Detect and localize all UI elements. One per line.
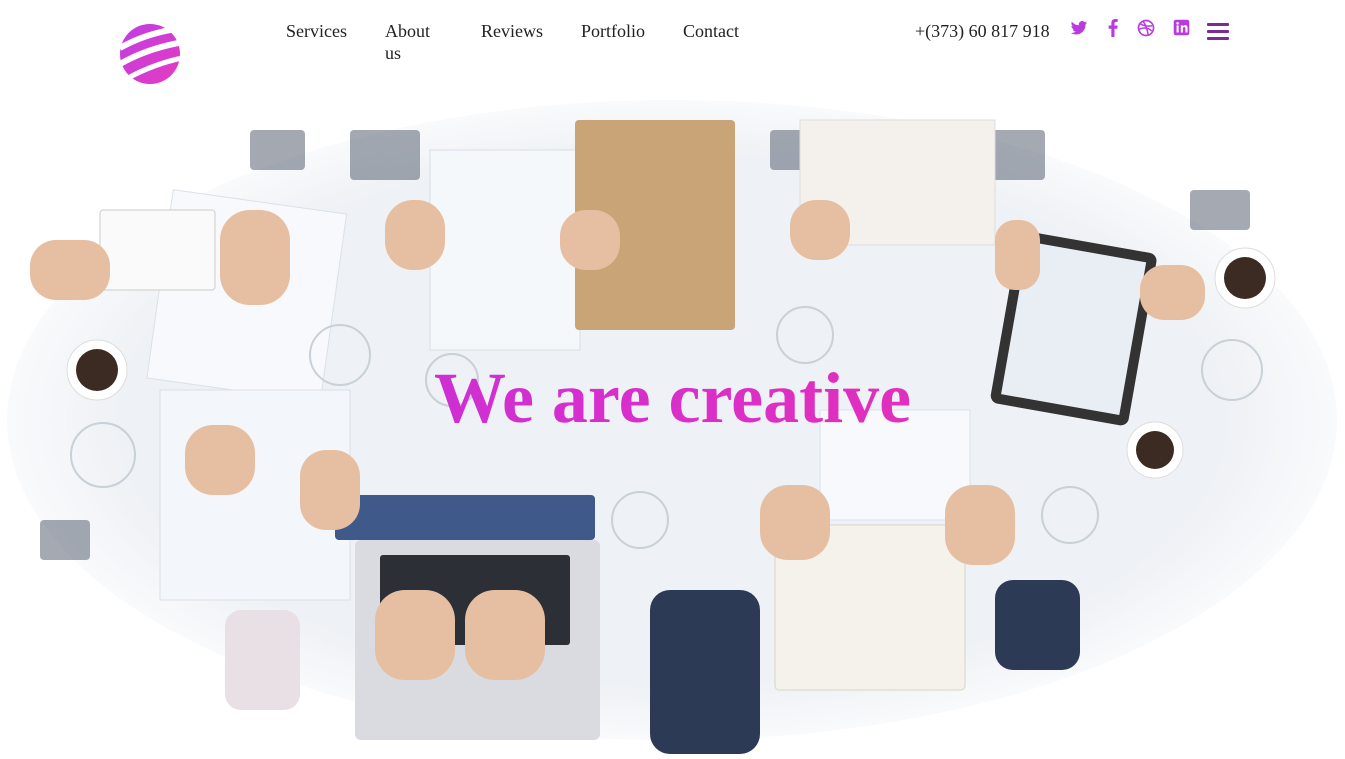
logo-globe-icon <box>118 24 185 84</box>
nav-item-contact[interactable]: Contact <box>683 20 748 42</box>
nav-item-about[interactable]: About us <box>385 20 437 64</box>
dribbble-icon[interactable] <box>1137 19 1155 37</box>
linkedin-icon[interactable] <box>1173 19 1190 36</box>
site-logo[interactable] <box>118 18 186 88</box>
hero-section: We are creative <box>0 90 1345 754</box>
hamburger-line <box>1207 37 1229 40</box>
nav-item-services[interactable]: Services <box>286 20 356 42</box>
menu-toggle-button[interactable] <box>1207 21 1231 41</box>
phone-number[interactable]: +(373) 60 817 918 <box>915 20 1050 42</box>
hamburger-line <box>1207 23 1229 26</box>
facebook-icon[interactable] <box>1106 19 1120 37</box>
hamburger-line <box>1207 30 1229 33</box>
nav-item-reviews[interactable]: Reviews <box>481 20 551 42</box>
nav-item-portfolio[interactable]: Portfolio <box>581 20 653 42</box>
hero-title: We are creative <box>0 358 1345 438</box>
twitter-icon[interactable] <box>1070 19 1088 37</box>
